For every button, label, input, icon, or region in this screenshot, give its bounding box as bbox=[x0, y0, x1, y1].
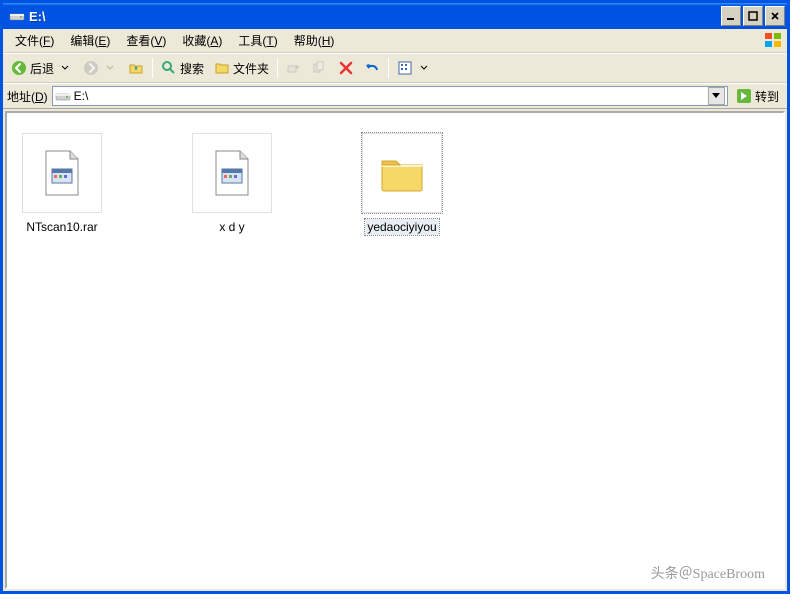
windows-logo-icon bbox=[763, 31, 785, 51]
delete-icon bbox=[338, 60, 354, 76]
window-controls bbox=[721, 6, 785, 26]
close-button[interactable] bbox=[765, 6, 785, 26]
address-field[interactable]: E:\ bbox=[52, 86, 728, 106]
folders-icon bbox=[214, 60, 230, 76]
explorer-window: E:\ 文件(F) 编辑(E) 查看(V) 收藏(A) 工具(T) 帮助(H) bbox=[0, 0, 790, 594]
go-icon bbox=[736, 88, 752, 104]
minimize-button[interactable] bbox=[721, 6, 741, 26]
views-icon bbox=[397, 60, 413, 76]
dropdown-icon bbox=[102, 60, 118, 76]
back-icon bbox=[11, 60, 27, 76]
address-path: E:\ bbox=[74, 89, 89, 103]
menu-view[interactable]: 查看(V) bbox=[118, 30, 174, 51]
dropdown-icon bbox=[57, 60, 73, 76]
file-item[interactable]: x d y bbox=[187, 133, 277, 235]
menu-file[interactable]: 文件(F) bbox=[7, 30, 62, 51]
file-label: NTscan10.rar bbox=[24, 219, 99, 235]
copy-to-icon bbox=[312, 60, 328, 76]
dropdown-icon bbox=[416, 60, 432, 76]
address-dropdown-button[interactable] bbox=[708, 87, 725, 105]
move-to-icon bbox=[286, 60, 302, 76]
file-view: NTscan10.rar x d y bbox=[7, 113, 783, 255]
separator bbox=[388, 58, 389, 78]
separator bbox=[277, 58, 278, 78]
menu-help[interactable]: 帮助(H) bbox=[286, 30, 343, 51]
watermark-text: 头条＠SpaceBroom bbox=[651, 563, 765, 583]
separator bbox=[152, 58, 153, 78]
up-button[interactable] bbox=[124, 56, 148, 80]
folder-item[interactable]: yedaociyiyou bbox=[357, 133, 447, 235]
folder-up-icon bbox=[128, 60, 144, 76]
file-label: yedaociyiyou bbox=[365, 219, 438, 235]
search-icon bbox=[161, 60, 177, 76]
titlebar[interactable]: E:\ bbox=[3, 3, 787, 29]
addressbar: 地址(D) E:\ 转到 bbox=[3, 83, 787, 109]
drive-icon bbox=[55, 88, 71, 104]
content-area[interactable]: NTscan10.rar x d y bbox=[5, 111, 785, 589]
undo-button[interactable] bbox=[360, 56, 384, 80]
go-button[interactable]: 转到 bbox=[732, 88, 783, 105]
folders-button[interactable]: 文件夹 bbox=[210, 56, 273, 80]
file-item[interactable]: NTscan10.rar bbox=[17, 133, 107, 235]
menu-tools[interactable]: 工具(T) bbox=[230, 30, 285, 51]
copy-to-button[interactable] bbox=[308, 56, 332, 80]
window-title: E:\ bbox=[29, 9, 721, 24]
file-label: x d y bbox=[217, 219, 246, 235]
menu-favorites[interactable]: 收藏(A) bbox=[174, 30, 230, 51]
forward-button[interactable] bbox=[79, 56, 122, 80]
views-button[interactable] bbox=[393, 56, 436, 80]
delete-button[interactable] bbox=[334, 56, 358, 80]
toolbar: 后退 搜索 文件夹 bbox=[3, 53, 787, 83]
move-to-button[interactable] bbox=[282, 56, 306, 80]
drive-icon bbox=[9, 8, 25, 24]
folder-icon bbox=[362, 133, 442, 213]
maximize-button[interactable] bbox=[743, 6, 763, 26]
back-button[interactable]: 后退 bbox=[7, 56, 77, 80]
search-button[interactable]: 搜索 bbox=[157, 56, 208, 80]
menu-edit[interactable]: 编辑(E) bbox=[62, 30, 118, 51]
archive-icon bbox=[192, 133, 272, 213]
forward-icon bbox=[83, 60, 99, 76]
undo-icon bbox=[364, 60, 380, 76]
menubar: 文件(F) 编辑(E) 查看(V) 收藏(A) 工具(T) 帮助(H) bbox=[3, 29, 787, 53]
archive-icon bbox=[22, 133, 102, 213]
address-label: 地址(D) bbox=[7, 88, 48, 105]
